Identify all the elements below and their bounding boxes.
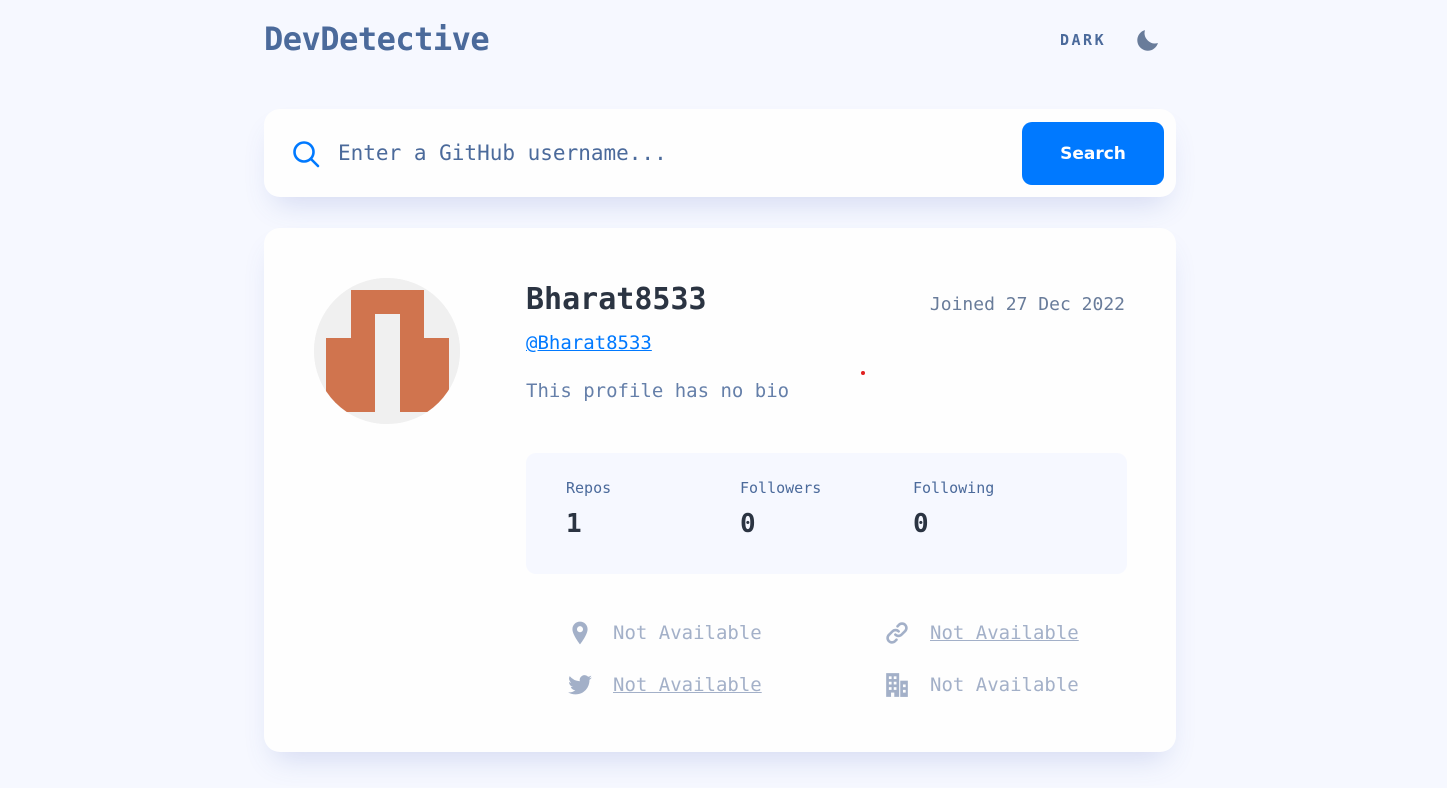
moon-icon: [1137, 30, 1159, 51]
app-logo: DevDetective: [264, 20, 490, 58]
stat-label: Followers: [740, 479, 822, 497]
stat-label: Repos: [566, 479, 612, 497]
stat-value: 0: [913, 509, 929, 539]
twitter-row: Not Available: [567, 672, 762, 698]
avatar: [314, 278, 460, 424]
company-text: Not Available: [930, 674, 1079, 696]
theme-toggle-label: DARK: [1060, 31, 1107, 49]
search-icon: [293, 141, 320, 168]
app: DevDetective DARK Search: [0, 0, 1447, 788]
profile-handle-link[interactable]: @Bharat8533: [526, 332, 652, 354]
stat-label: Following: [913, 479, 995, 497]
stat-following: Following 0: [913, 479, 994, 539]
stat-repos: Repos 1: [566, 479, 611, 539]
theme-toggle-button[interactable]: DARK: [1060, 24, 1162, 56]
blog-link[interactable]: Not Available: [930, 622, 1079, 644]
twitter-icon: [568, 675, 592, 695]
link-icon: [886, 622, 908, 644]
search-input[interactable]: [338, 131, 998, 175]
profile-name: Bharat8533: [526, 282, 707, 317]
search-bar: Search: [264, 109, 1176, 197]
stat-value: 1: [566, 509, 582, 539]
search-button[interactable]: Search: [1022, 122, 1164, 185]
location-pin-icon: [572, 621, 588, 645]
join-date: Joined 27 Dec 2022: [929, 294, 1125, 315]
stat-value: 0: [740, 509, 756, 539]
location-row: Not Available: [567, 620, 762, 646]
profile-card: Bharat8533 Joined 27 Dec 2022 @Bharat853…: [264, 228, 1176, 752]
profile-bio: This profile has no bio: [526, 380, 790, 402]
location-text: Not Available: [613, 622, 762, 644]
stats-panel: Repos 1 Followers 0 Following 0: [526, 453, 1127, 574]
stat-followers: Followers 0: [740, 479, 821, 539]
building-icon: [886, 673, 908, 697]
twitter-link[interactable]: Not Available: [613, 674, 762, 696]
blog-row: Not Available: [884, 620, 1079, 646]
cursor-dot: [861, 371, 865, 375]
company-row: Not Available: [884, 672, 1079, 698]
